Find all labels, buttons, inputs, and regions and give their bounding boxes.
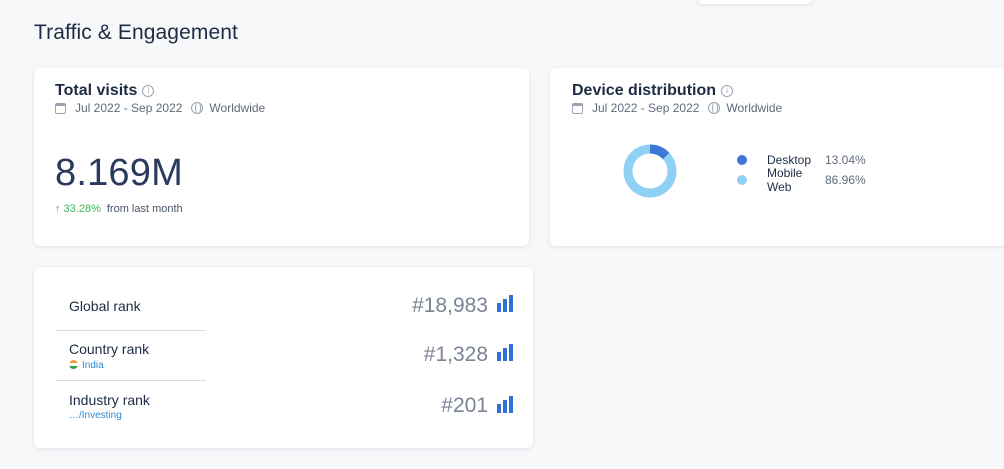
rank-value: #18,983 (412, 294, 488, 317)
region: Worldwide (209, 101, 266, 115)
india-flag-icon (69, 360, 78, 369)
rank-row-country[interactable]: Country rank India #1,328 (55, 330, 513, 381)
visits-change-suffix: from last month (106, 203, 183, 215)
device-distribution-title-text: Device distribution (572, 82, 717, 99)
rank-row-industry[interactable]: Industry rank …/Investing #201 (55, 380, 513, 440)
total-visits-card: Total visits i Jul 2022 - Sep 2022 Worldw… (34, 68, 529, 246)
total-visits-value: 8.169M (55, 152, 183, 194)
rank-sub-country[interactable]: India (69, 360, 104, 371)
rank-sub-text: India (82, 360, 104, 371)
total-visits-meta: Jul 2022 - Sep 2022 Worldwide (55, 101, 265, 115)
ranks-card: Global rank #18,983 Country rank India #… (34, 267, 533, 448)
calendar-icon (572, 102, 583, 114)
section-title: Traffic & Engagement (34, 21, 238, 44)
region: Worldwide (726, 101, 783, 115)
date-range: Jul 2022 - Sep 2022 (592, 101, 700, 115)
rank-label: Global rank (69, 298, 141, 314)
info-icon[interactable]: i (142, 85, 155, 97)
rank-row-global[interactable]: Global rank #18,983 (55, 267, 513, 331)
device-legend: Desktop 13.04% Mobile Web 86.96% (737, 150, 866, 194)
total-visits-title-text: Total visits (55, 82, 138, 99)
rank-value: #1,328 (423, 343, 488, 366)
calendar-icon (55, 102, 66, 114)
legend-value: 86.96% (825, 173, 866, 187)
rank-label: Industry rank (69, 392, 150, 408)
device-donut-chart (623, 144, 677, 198)
bar-chart-icon[interactable] (497, 295, 513, 312)
legend-dot (737, 175, 747, 185)
device-meta: Jul 2022 - Sep 2022 Worldwide (572, 101, 782, 115)
info-icon[interactable]: i (721, 85, 734, 97)
bar-chart-icon[interactable] (497, 396, 513, 413)
top-tab[interactable] (697, 0, 813, 4)
total-visits-title: Total visits i (55, 82, 155, 100)
visits-change-value: ↑ 33.28% (55, 203, 101, 215)
date-range: Jul 2022 - Sep 2022 (75, 101, 183, 115)
globe-icon (191, 102, 204, 114)
legend-item-mobile-web: Mobile Web 86.96% (737, 166, 866, 194)
rank-value: #201 (441, 394, 488, 417)
legend-dot (737, 155, 747, 165)
device-distribution-title: Device distribution i (572, 82, 734, 100)
globe-icon (708, 102, 721, 114)
rank-label: Country rank (69, 341, 150, 357)
bar-chart-icon[interactable] (497, 344, 513, 361)
rank-sub-industry[interactable]: …/Investing (69, 410, 122, 421)
legend-label: Desktop (767, 153, 812, 167)
device-distribution-card: Device distribution i Jul 2022 - Sep 2022… (550, 68, 1004, 246)
legend-label: Mobile Web (767, 166, 803, 194)
visits-change: ↑ 33.28% from last month (55, 203, 183, 215)
legend-value: 13.04% (825, 153, 866, 167)
